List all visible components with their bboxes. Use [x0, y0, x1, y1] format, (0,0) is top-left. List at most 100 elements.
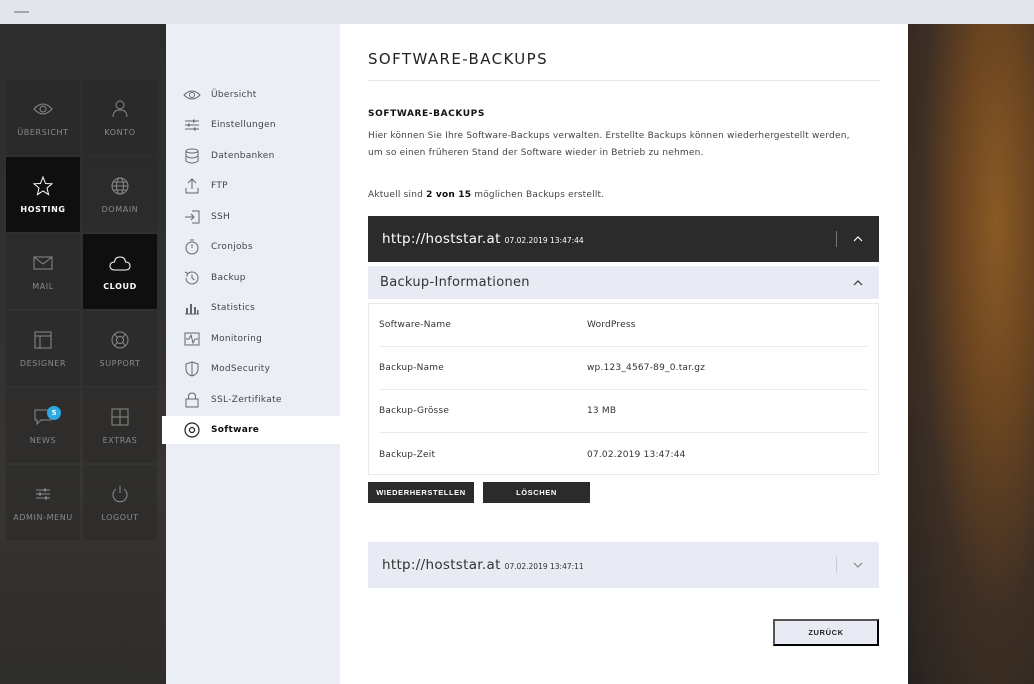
header-separator	[836, 231, 837, 247]
envelope-icon	[32, 252, 54, 274]
subnav-item-ssl-zertifikate[interactable]: SSL-Zertifikate	[166, 386, 340, 414]
subnav-label: Datenbanken	[211, 151, 275, 161]
subnav-item-monitoring[interactable]: Monitoring	[166, 325, 340, 353]
nav-tile-extras[interactable]: EXTRAS	[83, 388, 157, 463]
subnav-item-einstellungen[interactable]: Einstellungen	[166, 111, 340, 139]
sliders-icon	[32, 483, 54, 505]
nav-label: HOSTING	[20, 205, 66, 214]
subnav-label: SSH	[211, 212, 231, 222]
globe-icon	[109, 175, 131, 197]
info-value: 07.02.2019 13:47:44	[587, 449, 686, 460]
subnav-label: Einstellungen	[211, 120, 276, 130]
nav-tile-konto[interactable]: KONTO	[83, 80, 157, 155]
shield-icon	[183, 360, 201, 378]
subnav-label: Software	[211, 425, 260, 435]
nav-tile-news[interactable]: 5 NEWS	[6, 388, 80, 463]
nav-tile-designer[interactable]: DESIGNER	[6, 311, 80, 386]
nav-tile-logout[interactable]: LOGOUT	[83, 465, 157, 540]
status-suffix: möglichen Backups erstellt.	[471, 190, 605, 200]
status-prefix: Aktuell sind	[368, 190, 427, 200]
star-icon	[32, 175, 54, 197]
info-key: Backup-Grösse	[379, 406, 450, 416]
login-icon	[183, 208, 201, 226]
bar-chart-icon	[183, 299, 201, 317]
eye-icon	[183, 86, 201, 104]
info-key: Backup-Name	[379, 363, 444, 373]
backup-info-header[interactable]: Backup-Informationen	[368, 266, 879, 299]
restore-button[interactable]: WIEDERHERSTELLEN	[368, 482, 474, 503]
upload-icon	[183, 177, 201, 195]
backup-domain: http://hoststar.at	[382, 557, 501, 573]
backup-entry-header[interactable]: http://hoststar.at 07.02.2019 13:47:11	[368, 542, 879, 588]
subnav-item-ftp[interactable]: FTP	[166, 172, 340, 200]
subnav-item-datenbanken[interactable]: Datenbanken	[166, 142, 340, 170]
subnav-item-uebersicht[interactable]: Übersicht	[166, 81, 340, 109]
cloud-icon	[109, 252, 131, 274]
pulse-icon	[183, 330, 201, 348]
nav-label: DESIGNER	[19, 359, 67, 368]
info-value: 13 MB	[587, 406, 617, 416]
background-image-right	[908, 24, 1034, 684]
subnav-item-software[interactable]: Software	[162, 416, 340, 444]
nav-tile-support[interactable]: SUPPORT	[83, 311, 157, 386]
window-titlebar	[0, 0, 1034, 24]
nav-label: LOGOUT	[101, 513, 139, 522]
info-value: wp.123_4567-89_0.tar.gz	[587, 363, 706, 373]
user-icon	[109, 98, 131, 120]
chevron-up-icon[interactable]	[851, 276, 865, 290]
nav-tile-mail[interactable]: MAIL	[6, 234, 80, 309]
nav-tile-hosting[interactable]: HOSTING	[6, 157, 80, 232]
nav-tile-cloud[interactable]: CLOUD	[83, 234, 157, 309]
chevron-down-icon[interactable]	[851, 558, 865, 572]
delete-button[interactable]: LÖSCHEN	[483, 482, 590, 503]
nav-label: NEWS	[29, 436, 57, 445]
section-title: SOFTWARE-BACKUPS	[368, 109, 485, 119]
chevron-up-icon[interactable]	[851, 232, 865, 246]
subnav-item-ssh[interactable]: SSH	[166, 203, 340, 231]
subnav-label: Statistics	[211, 303, 256, 313]
subnav-item-modsecurity[interactable]: ModSecurity	[166, 355, 340, 383]
nav-label: CLOUD	[103, 282, 137, 291]
minimize-icon[interactable]	[14, 11, 29, 13]
lifebuoy-icon	[109, 329, 131, 351]
subnav-label: Monitoring	[211, 334, 263, 344]
backup-entry-header[interactable]: http://hoststar.at 07.02.2019 13:47:44	[368, 216, 879, 262]
status-count: 2 von 15	[426, 190, 472, 200]
info-value: WordPress	[587, 320, 636, 330]
sliders-icon	[183, 116, 201, 134]
nav-label: EXTRAS	[102, 436, 138, 445]
nav-label: ÜBERSICHT	[17, 128, 69, 137]
page-title: SOFTWARE-BACKUPS	[368, 50, 549, 68]
backup-info-table: Software-Name WordPress Backup-Name wp.1…	[368, 303, 879, 475]
nav-tile-admin-menu[interactable]: ADMIN-MENU	[6, 465, 80, 540]
subnav-label: ModSecurity	[211, 364, 271, 374]
backup-count-status: Aktuell sind 2 von 15 möglichen Backups …	[368, 190, 604, 200]
backup-date: 07.02.2019 13:47:11	[504, 562, 584, 571]
main-content: SOFTWARE-BACKUPS SOFTWARE-BACKUPS Hier k…	[340, 24, 908, 684]
backup-info-title: Backup-Informationen	[380, 275, 530, 290]
hosting-subnavigation: Übersicht Einstellungen Datenbanken FTP …	[162, 24, 340, 684]
target-icon	[183, 421, 201, 439]
table-row: Software-Name WordPress	[379, 304, 868, 347]
nav-tile-uebersicht[interactable]: ÜBERSICHT	[6, 80, 80, 155]
subnav-label: Cronjobs	[211, 242, 253, 252]
back-button[interactable]: ZURÜCK	[773, 619, 879, 646]
section-description: Hier können Sie Ihre Software-Backups ve…	[368, 128, 880, 161]
subnav-label: Übersicht	[211, 90, 257, 100]
subnav-label: Backup	[211, 273, 246, 283]
subnav-item-backup[interactable]: Backup	[166, 264, 340, 292]
table-row: Backup-Zeit 07.02.2019 13:47:44	[379, 433, 868, 476]
subnav-item-cronjobs[interactable]: Cronjobs	[166, 233, 340, 261]
table-row: Backup-Name wp.123_4567-89_0.tar.gz	[379, 347, 868, 390]
history-icon	[183, 269, 201, 287]
subnav-item-statistics[interactable]: Statistics	[166, 294, 340, 322]
divider	[368, 80, 880, 81]
stopwatch-icon	[183, 238, 201, 256]
power-icon	[109, 483, 131, 505]
subnav-label: FTP	[211, 181, 228, 191]
layout-icon	[32, 329, 54, 351]
nav-tile-domain[interactable]: DOMAIN	[83, 157, 157, 232]
subnav-label: SSL-Zertifikate	[211, 395, 282, 405]
nav-label: MAIL	[32, 282, 54, 291]
header-separator	[836, 557, 837, 573]
